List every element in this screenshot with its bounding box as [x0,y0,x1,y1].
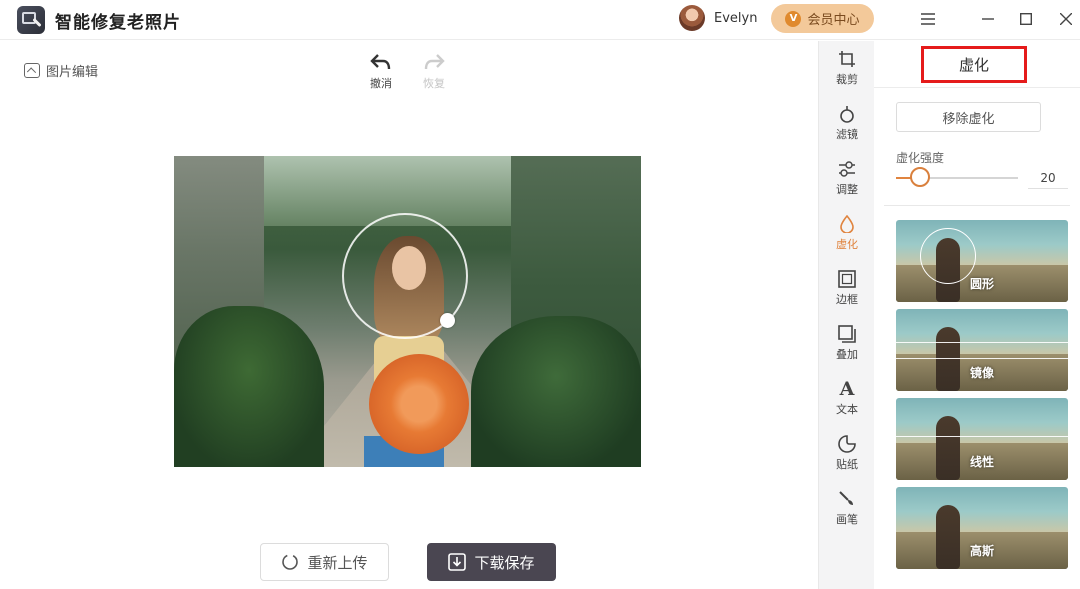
blur-strength-slider-thumb[interactable] [910,167,930,187]
preset-circle[interactable]: 圆形 [896,220,1068,302]
download-icon [448,553,467,571]
download-save-button[interactable]: 下载保存 [427,543,556,581]
adjust-icon [837,159,857,179]
undo-icon [370,53,392,75]
tool-overlay-label: 叠加 [836,348,858,361]
brush-icon [837,489,857,509]
app-logo-icon [17,6,45,34]
menu-icon[interactable] [916,7,940,31]
sticker-icon [837,434,857,454]
tool-frame[interactable]: 边框 [819,269,875,307]
redo-button[interactable]: 恢复 [414,53,454,91]
undo-button[interactable]: 撤消 [361,53,401,91]
preset-linear-label: 线性 [969,455,994,469]
blur-strength-label: 虚化强度 [896,151,945,165]
vip-center-button[interactable]: V 会员中心 [771,4,874,33]
preset-gaussian[interactable]: 高斯 [896,487,1068,569]
download-save-label: 下载保存 [474,553,535,572]
panel-divider [884,205,1070,206]
blur-icon [837,214,857,234]
tool-crop[interactable]: 裁剪 [819,49,875,87]
tool-filter[interactable]: 滤镜 [819,104,875,142]
minimize-icon[interactable] [976,7,1000,31]
redo-icon [423,53,445,75]
title-bar: 智能修复老照片 Evelyn V 会员中心 [0,0,1080,40]
image-edit-label: 图片编辑 [46,65,99,80]
tool-crop-label: 裁剪 [836,73,858,86]
blur-resize-handle[interactable] [440,313,455,328]
overlay-icon [837,324,857,344]
preset-gaussian-label: 高斯 [969,544,994,558]
close-icon[interactable] [1054,7,1078,31]
maximize-icon[interactable] [1014,7,1038,31]
frame-icon [837,269,857,289]
preset-mirror[interactable]: 镜像 [896,309,1068,391]
refresh-icon [282,554,299,570]
tool-filter-label: 滤镜 [836,128,858,141]
vip-center-label: 会员中心 [807,13,860,28]
tool-brush-label: 画笔 [836,513,858,526]
photo-canvas[interactable] [174,156,641,467]
preset-linear[interactable]: 线性 [896,398,1068,480]
home-icon [24,63,40,78]
image-edit-breadcrumb[interactable]: 图片编辑 [24,61,98,80]
tool-text[interactable]: A 文本 [819,378,875,417]
editor-workspace: 图片编辑 撤消 恢复 重新上传 下载保存 [0,41,818,589]
vip-diamond-icon: V [785,10,802,27]
filter-icon [837,104,857,124]
tool-adjust-label: 调整 [836,183,858,196]
tool-text-label: 文本 [836,403,858,416]
tool-overlay[interactable]: 叠加 [819,324,875,362]
text-icon: A [839,378,855,400]
tool-blur-label: 虚化 [836,238,858,251]
tool-sticker-label: 贴纸 [836,458,858,471]
tool-brush[interactable]: 画笔 [819,489,875,527]
user-name[interactable]: Evelyn [714,11,757,26]
tool-blur[interactable]: 虚化 [819,214,875,252]
tool-frame-label: 边框 [836,293,858,306]
preset-circle-label: 圆形 [969,277,994,291]
avatar[interactable] [679,5,705,31]
blur-settings-panel: 虚化 移除虚化 虚化强度 20 圆形 镜像 线性 高斯 [874,41,1080,589]
preset-mirror-label: 镜像 [969,366,994,380]
tool-sticker[interactable]: 贴纸 [819,434,875,472]
tool-sidebar: 裁剪 滤镜 调整 虚化 边框 叠加 A 文本 贴纸 画笔 [818,41,874,589]
crop-icon [837,49,857,69]
reupload-button[interactable]: 重新上传 [260,543,389,581]
redo-label: 恢复 [423,77,445,90]
tool-adjust[interactable]: 调整 [819,159,875,197]
app-title: 智能修复老照片 [55,13,181,33]
blur-strength-value[interactable]: 20 [1028,167,1068,189]
remove-blur-button[interactable]: 移除虚化 [896,102,1041,132]
panel-header: 虚化 [874,41,1080,88]
undo-label: 撤消 [370,77,392,90]
reupload-label: 重新上传 [307,553,368,572]
panel-title: 虚化 [921,46,1027,83]
